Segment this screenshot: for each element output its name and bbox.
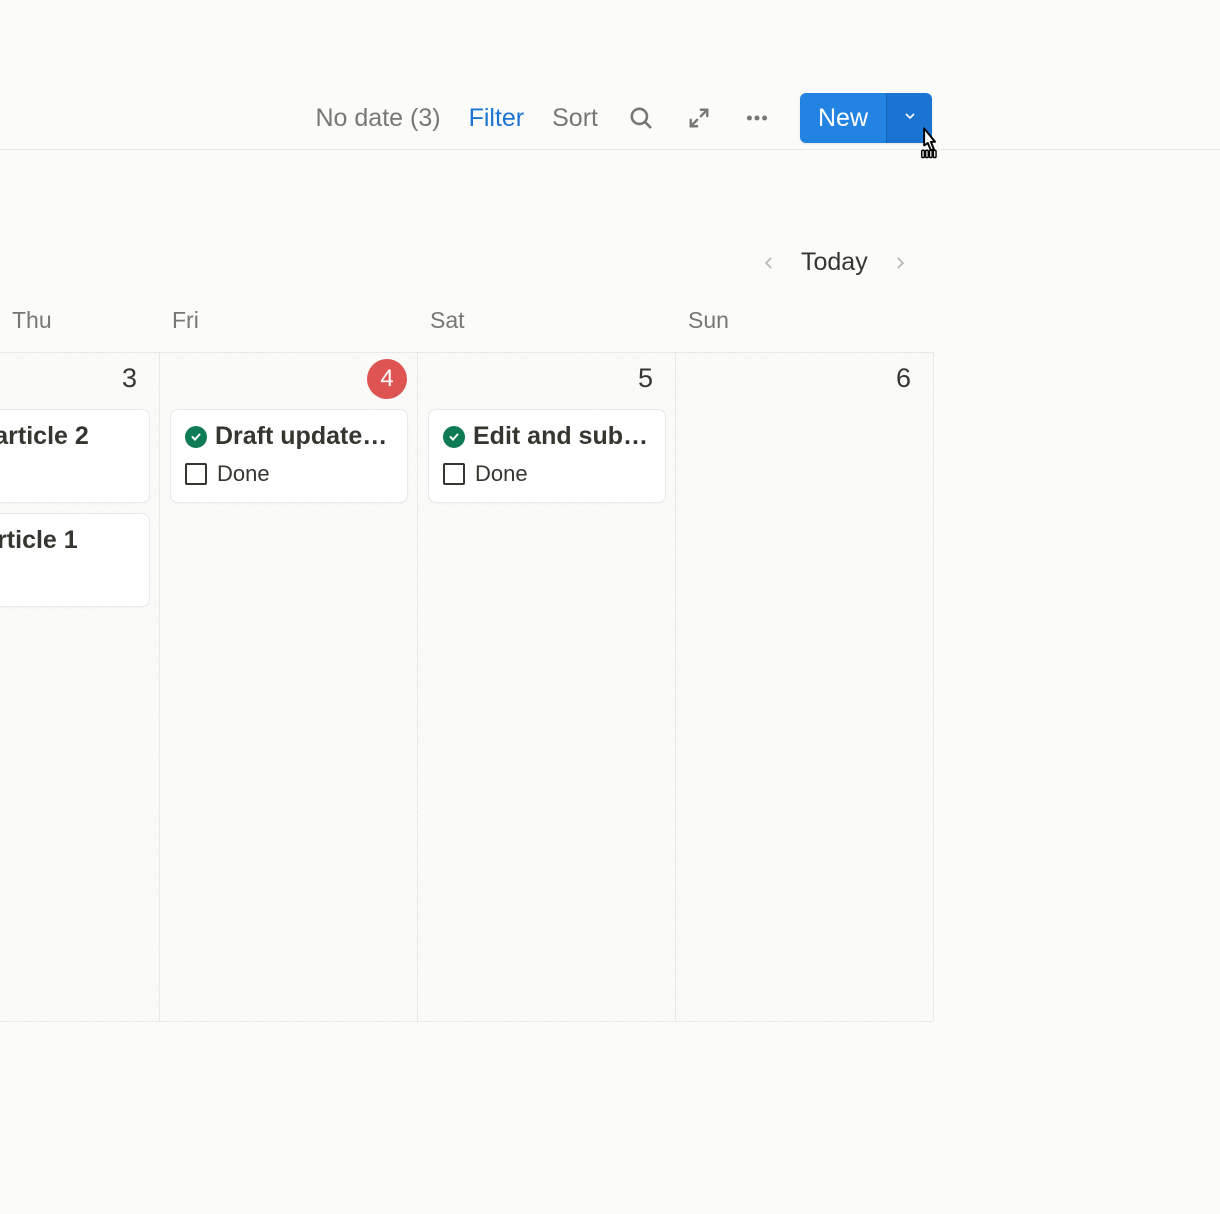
calendar-column-fri[interactable]: 4 Draft update… Done: [160, 353, 418, 1021]
calendar-card[interactable]: Draft update… Done: [170, 409, 408, 503]
status-done-icon: [185, 426, 207, 448]
date-nav: Today: [755, 248, 914, 277]
day-number: 6: [896, 363, 911, 394]
new-dropdown-button[interactable]: [886, 93, 932, 143]
toolbar: No date (3) Filter Sort New: [0, 88, 1220, 148]
no-date-filter[interactable]: No date (3): [316, 104, 441, 133]
calendar-column-thu[interactable]: 3 Draft article 2 Done Edit article 1: [0, 353, 160, 1021]
toolbar-divider: [0, 149, 1220, 150]
sort-button[interactable]: Sort: [552, 104, 598, 133]
filter-button[interactable]: Filter: [469, 104, 525, 133]
expand-icon[interactable]: [684, 103, 714, 133]
status-done-icon: [443, 426, 465, 448]
day-number-today: 4: [367, 359, 407, 399]
calendar-card[interactable]: Draft article 2 Done: [0, 409, 150, 503]
new-button[interactable]: New: [800, 93, 886, 143]
today-button[interactable]: Today: [801, 248, 868, 277]
card-title: Draft article 2: [0, 422, 89, 451]
done-label: Done: [475, 461, 528, 487]
card-title: Draft update…: [215, 422, 387, 451]
day-header-thu: Thu: [0, 307, 160, 334]
next-period-button[interactable]: [886, 249, 914, 277]
done-checkbox[interactable]: [443, 463, 465, 485]
day-headers: Thu Fri Sat Sun: [0, 307, 934, 334]
done-label: Done: [217, 461, 270, 487]
search-icon[interactable]: [626, 103, 656, 133]
prev-period-button[interactable]: [755, 249, 783, 277]
calendar-grid: 3 Draft article 2 Done Edit article 1: [0, 352, 934, 1022]
done-checkbox[interactable]: [185, 463, 207, 485]
chevron-down-icon: [902, 108, 918, 129]
card-title: Edit and sub…: [473, 422, 648, 451]
card-title: Edit article 1: [0, 526, 78, 555]
calendar-column-sat[interactable]: 5 Edit and sub… Done: [418, 353, 676, 1021]
day-header-sun: Sun: [676, 307, 934, 334]
day-number: 5: [638, 363, 653, 394]
new-button-group: New: [800, 93, 932, 143]
day-header-sat: Sat: [418, 307, 676, 334]
calendar-card[interactable]: Edit article 1 Done: [0, 513, 150, 607]
day-header-fri: Fri: [160, 307, 418, 334]
calendar-card[interactable]: Edit and sub… Done: [428, 409, 666, 503]
more-icon[interactable]: [742, 103, 772, 133]
day-number: 3: [122, 363, 137, 394]
calendar-column-sun[interactable]: 6: [676, 353, 934, 1021]
